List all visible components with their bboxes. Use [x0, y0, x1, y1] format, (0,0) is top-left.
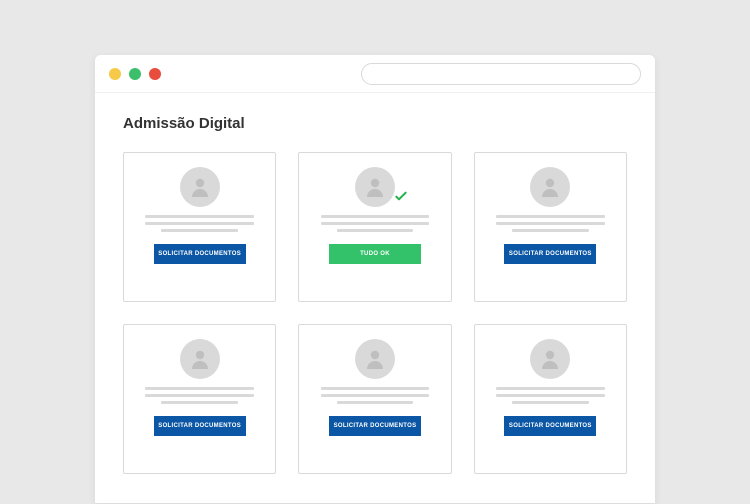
placeholder-line	[496, 394, 605, 397]
check-icon	[393, 188, 409, 209]
placeholder-line	[145, 222, 254, 225]
zoom-dot[interactable]	[129, 68, 141, 80]
person-icon	[530, 167, 570, 207]
minimize-dot[interactable]	[109, 68, 121, 80]
candidate-card: TUDO OK	[298, 152, 451, 302]
placeholder-line	[337, 401, 413, 404]
text-placeholder	[138, 387, 261, 404]
candidate-card: SOLICITAR DOCUMENTOS	[123, 152, 276, 302]
person-icon	[530, 339, 570, 379]
request-documents-button[interactable]: SOLICITAR DOCUMENTOS	[329, 416, 421, 436]
page-title: Admissão Digital	[123, 115, 627, 132]
candidate-card: SOLICITAR DOCUMENTOS	[474, 324, 627, 474]
placeholder-line	[496, 215, 605, 218]
text-placeholder	[138, 215, 261, 232]
placeholder-line	[496, 387, 605, 390]
text-placeholder	[313, 215, 436, 232]
placeholder-line	[145, 394, 254, 397]
candidate-card: SOLICITAR DOCUMENTOS	[298, 324, 451, 474]
browser-window: Admissão Digital SOLICITAR DOCUMENTOS TUD…	[95, 55, 655, 503]
avatar-wrap	[180, 339, 220, 379]
placeholder-line	[145, 215, 254, 218]
placeholder-line	[321, 222, 430, 225]
request-documents-button[interactable]: SOLICITAR DOCUMENTOS	[154, 416, 246, 436]
placeholder-line	[496, 222, 605, 225]
page-content: Admissão Digital SOLICITAR DOCUMENTOS TUD…	[95, 93, 655, 503]
placeholder-line	[161, 229, 237, 232]
titlebar	[95, 55, 655, 93]
text-placeholder	[313, 387, 436, 404]
close-dot[interactable]	[149, 68, 161, 80]
person-icon	[355, 167, 395, 207]
placeholder-line	[512, 229, 588, 232]
placeholder-line	[321, 215, 430, 218]
request-documents-button[interactable]: SOLICITAR DOCUMENTOS	[504, 416, 596, 436]
person-icon	[180, 167, 220, 207]
placeholder-line	[337, 229, 413, 232]
status-ok-button[interactable]: TUDO OK	[329, 244, 421, 264]
person-icon	[355, 339, 395, 379]
address-bar[interactable]	[361, 63, 641, 85]
person-icon	[180, 339, 220, 379]
avatar-wrap	[355, 339, 395, 379]
placeholder-line	[321, 387, 430, 390]
text-placeholder	[489, 387, 612, 404]
avatar-wrap	[530, 339, 570, 379]
request-documents-button[interactable]: SOLICITAR DOCUMENTOS	[154, 244, 246, 264]
avatar-wrap	[530, 167, 570, 207]
avatar-wrap	[180, 167, 220, 207]
candidate-card: SOLICITAR DOCUMENTOS	[474, 152, 627, 302]
placeholder-line	[145, 387, 254, 390]
placeholder-line	[161, 401, 237, 404]
cards-grid: SOLICITAR DOCUMENTOS TUDO OK SOLICITAR DOC…	[123, 152, 627, 474]
avatar-wrap	[355, 167, 395, 207]
traffic-lights	[109, 68, 161, 80]
candidate-card: SOLICITAR DOCUMENTOS	[123, 324, 276, 474]
placeholder-line	[321, 394, 430, 397]
placeholder-line	[512, 401, 588, 404]
request-documents-button[interactable]: SOLICITAR DOCUMENTOS	[504, 244, 596, 264]
text-placeholder	[489, 215, 612, 232]
